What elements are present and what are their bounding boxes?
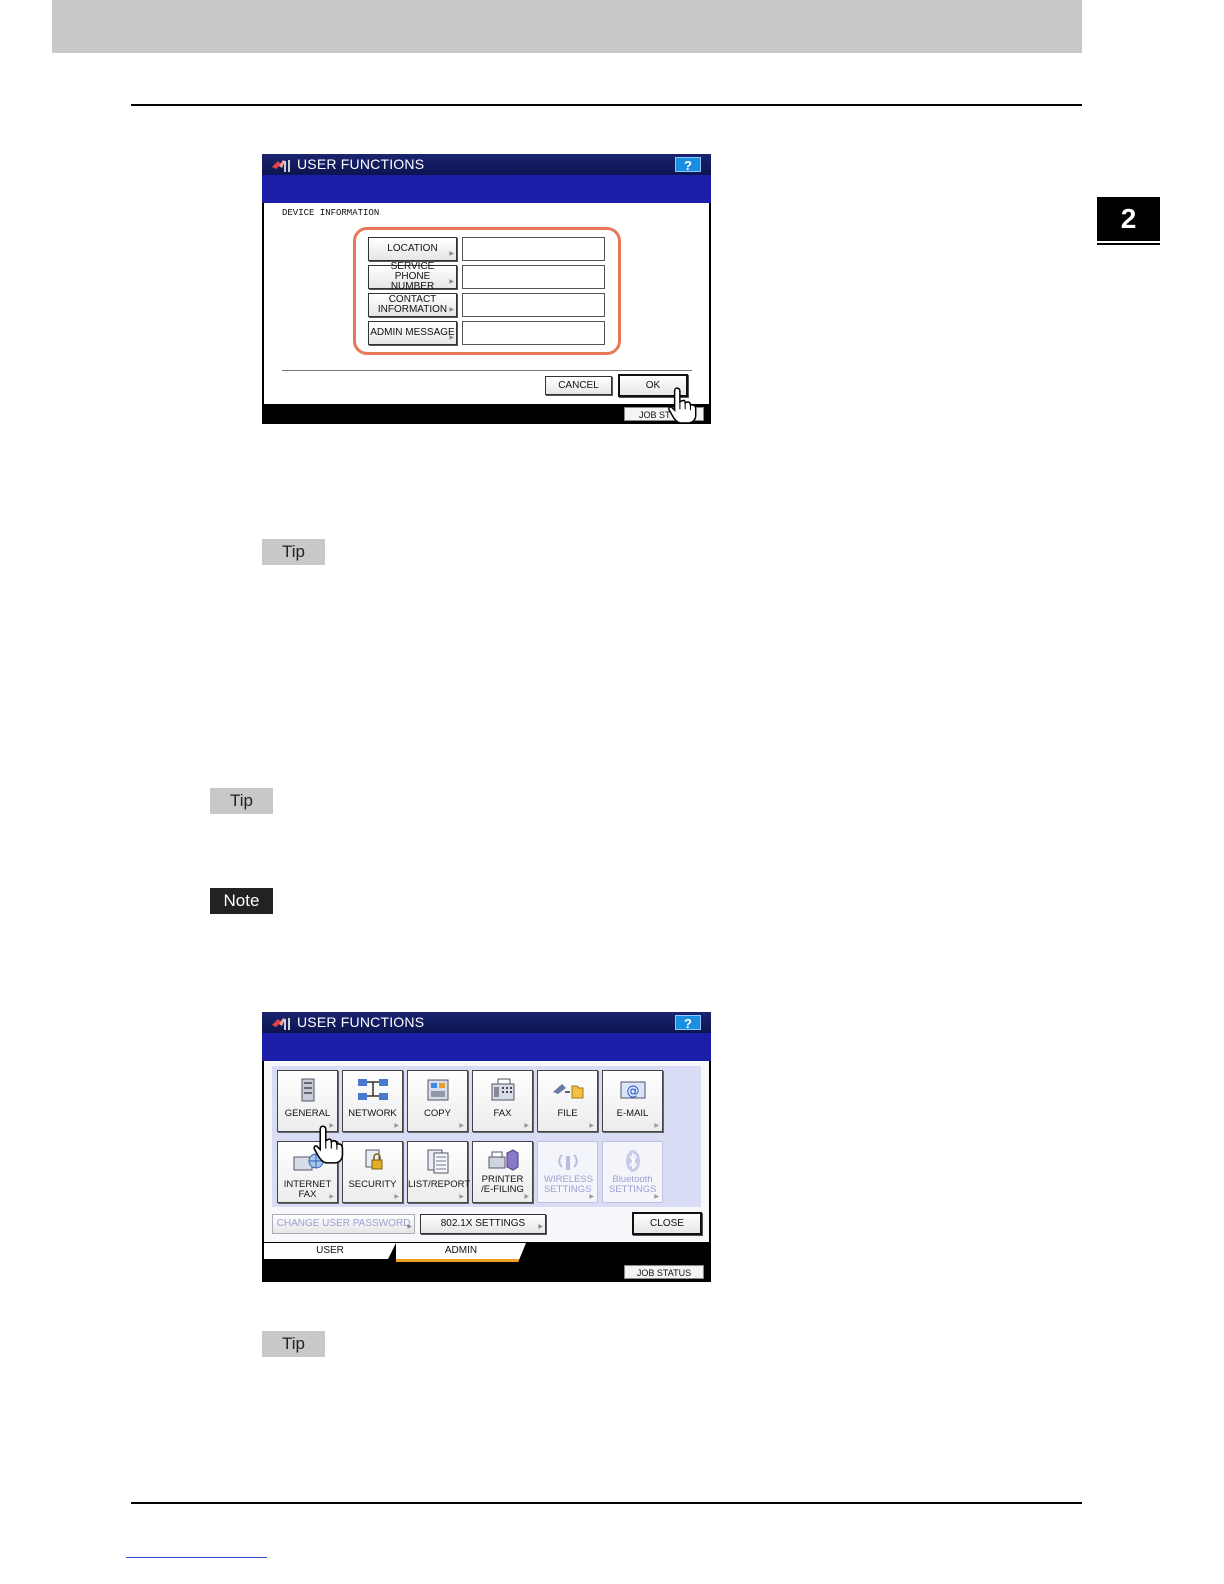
service-phone-number-field[interactable] (462, 265, 605, 289)
wireless-icon (557, 1154, 578, 1170)
help-button[interactable]: ? (675, 1015, 701, 1031)
tile-security-label: SECURITY (348, 1179, 397, 1190)
device-information-screen: USER FUNCTIONS ? DEVICE INFORMATION LOCA… (262, 154, 711, 424)
tile-fax[interactable]: FAX ▶ (472, 1070, 533, 1132)
tile-file-label: FILE (557, 1108, 578, 1119)
tip-badge-3: Tip (262, 1331, 325, 1357)
screen-title: USER FUNCTIONS (297, 1014, 425, 1030)
change-user-password-button[interactable]: CHANGE USER PASSWORD ▶ (272, 1214, 415, 1234)
status-bar: JOB ST (262, 404, 711, 424)
cancel-button-label: CANCEL (558, 379, 599, 391)
close-button[interactable]: CLOSE (632, 1212, 702, 1235)
section-label: DEVICE INFORMATION (282, 208, 380, 218)
tile-security[interactable]: SECURITY ▶ (342, 1141, 403, 1203)
tile-network-label: NETWORK (348, 1108, 397, 1119)
chapter-tab-underline (1097, 243, 1160, 245)
tile-bluetooth-settings-label: Bluetooth SETTINGS (609, 1174, 657, 1195)
svg-text:@: @ (626, 1084, 639, 1099)
tile-internet-fax-label: INTERNET FAX (283, 1179, 332, 1200)
list-report-icon (427, 1149, 448, 1174)
email-icon: @ (620, 1081, 645, 1099)
footer-link-underline (126, 1557, 267, 1558)
help-button[interactable]: ? (675, 157, 701, 173)
tile-list-report-label: LIST/REPORT (408, 1179, 471, 1190)
tip-badge-2: Tip (210, 788, 273, 814)
admin-message-button[interactable]: ADMIN MESSAGE ▶ (368, 321, 457, 345)
admin-message-field[interactable] (462, 321, 605, 345)
tile-wireless-settings-label: WIRELESS SETTINGS (544, 1174, 594, 1195)
fax-icon (491, 1078, 514, 1101)
pointing-hand-icon (668, 387, 697, 424)
user-functions-logo-icon (272, 1018, 290, 1030)
chapter-tab: 2 (1097, 197, 1160, 241)
tile-network[interactable]: NETWORK ▶ (342, 1070, 403, 1132)
location-button-label: LOCATION (387, 243, 438, 254)
title-bar: USER FUNCTIONS ? (262, 1012, 711, 1033)
note-badge: Note (210, 888, 273, 914)
header-band (52, 0, 1082, 53)
tile-copy[interactable]: COPY ▶ (407, 1070, 468, 1132)
file-icon (552, 1084, 583, 1099)
copy-icon (427, 1079, 448, 1101)
location-field[interactable] (462, 237, 605, 261)
service-phone-number-button[interactable]: SERVICE PHONE NUMBER ▶ (368, 261, 457, 292)
8021x-settings-label: 802.1X SETTINGS (440, 1218, 526, 1229)
title-bar: USER FUNCTIONS ? (262, 154, 711, 175)
tile-printer-efiling-label: PRINTER /E-FILING (481, 1174, 524, 1195)
tile-list-report[interactable]: LIST/REPORT ▶ (407, 1141, 471, 1203)
user-functions-logo-icon (272, 160, 290, 172)
cancel-button[interactable]: CANCEL (545, 376, 612, 395)
tip-badge-1: Tip (262, 539, 325, 565)
tile-fax-label: FAX (493, 1108, 512, 1119)
contact-information-button-label: CONTACT INFORMATION (377, 294, 448, 315)
footer-rule (131, 1502, 1082, 1504)
tile-general[interactable]: GENERAL ▶ (277, 1070, 338, 1132)
tile-email[interactable]: @ E-MAIL ▶ (602, 1070, 663, 1132)
printer-efiling-icon (488, 1149, 518, 1171)
ok-button-label: OK (645, 379, 661, 391)
bluetooth-icon (625, 1150, 640, 1172)
service-phone-number-button-label: SERVICE PHONE NUMBER (390, 261, 435, 292)
security-icon (365, 1149, 382, 1170)
tab-and-status-bar: USER ADMIN JOB STATUS (262, 1242, 711, 1282)
header-rule (131, 104, 1082, 106)
tile-wireless-settings[interactable]: WIRELESS SETTINGS ▶ (537, 1141, 598, 1203)
user-functions-admin-screen: USER FUNCTIONS ? GENERAL ▶ NETWORK ▶ COPY ▶… (262, 1012, 711, 1282)
admin-message-button-label: ADMIN MESSAGE (370, 327, 455, 338)
pointing-hand-icon (313, 1125, 344, 1164)
tile-file[interactable]: FILE ▶ (537, 1070, 598, 1132)
title-band (262, 175, 711, 203)
screen-title: USER FUNCTIONS (297, 156, 425, 172)
contact-information-button[interactable]: CONTACT INFORMATION ▶ (368, 293, 457, 317)
tab-user[interactable]: USER (264, 1243, 396, 1259)
contact-information-field[interactable] (462, 293, 605, 317)
tile-copy-label: COPY (424, 1108, 451, 1119)
title-band (262, 1033, 711, 1061)
screen-body: DEVICE INFORMATION LOCATION ▶ SERVICE PHO… (264, 203, 709, 404)
tab-admin[interactable]: ADMIN (396, 1243, 526, 1262)
8021x-settings-button[interactable]: 802.1X SETTINGS ▶ (420, 1214, 546, 1234)
location-button[interactable]: LOCATION ▶ (368, 237, 457, 261)
tile-email-label: E-MAIL (616, 1108, 649, 1119)
job-status-button[interactable]: JOB STATUS (624, 1265, 704, 1279)
close-button-label: CLOSE (650, 1217, 684, 1229)
general-icon (301, 1078, 314, 1102)
tile-bluetooth-settings[interactable]: Bluetooth SETTINGS ▶ (602, 1141, 663, 1203)
divider (282, 370, 692, 371)
tile-general-label: GENERAL (284, 1108, 331, 1119)
network-icon (357, 1079, 388, 1100)
tile-printer-efiling[interactable]: PRINTER /E-FILING ▶ (472, 1141, 533, 1203)
change-user-password-label: CHANGE USER PASSWORD (276, 1218, 411, 1229)
